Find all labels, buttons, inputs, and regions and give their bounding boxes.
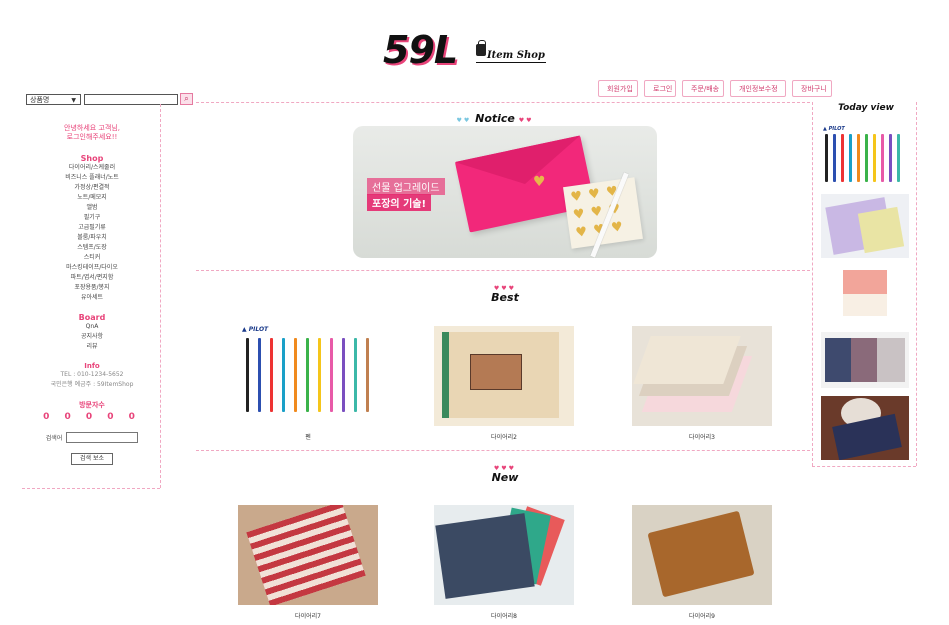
- product-image: [632, 505, 772, 605]
- product-card[interactable]: ▲ PILOT 펜: [238, 326, 378, 441]
- notice-banner[interactable]: ♥ ♥ ♥ ♥ ♥ ♥ ♥ ♥ ♥ ♥ 선물 업그레이드 포장의 기술!: [353, 126, 657, 258]
- category-select[interactable]: 상품명 ▼: [26, 94, 81, 105]
- recent-item-pens[interactable]: ▲ PILOT: [821, 126, 909, 186]
- recent-item-covers[interactable]: [821, 332, 909, 388]
- recent-item-card[interactable]: [821, 264, 909, 320]
- sidebar-item-shop[interactable]: 노트/메모지: [24, 193, 160, 203]
- notice-divider: [196, 270, 810, 271]
- category-select-value: 상품명: [30, 96, 50, 104]
- sidebar-item-board[interactable]: QnA: [24, 322, 160, 332]
- top-nav: 회원가입 로그인 주문/배송 개인정보수정 장바구니: [598, 80, 832, 97]
- product-card[interactable]: 다이어리9: [632, 505, 772, 620]
- shop-heading: Shop: [80, 154, 104, 163]
- logo-mark: 59L: [383, 28, 458, 72]
- shopping-bag-icon: [476, 40, 486, 56]
- header-divider: [196, 102, 810, 103]
- sidebar-item-shop[interactable]: 스티커: [24, 253, 160, 263]
- sidebar-divider: [160, 104, 161, 488]
- sidebar-item-shop[interactable]: 볼룸/파우치: [24, 233, 160, 243]
- sidebar-bottom-divider: [22, 488, 160, 489]
- sidebar-item-shop[interactable]: 앨범: [24, 203, 160, 213]
- sidebar-search-button[interactable]: 검색 보소: [71, 453, 113, 465]
- product-name[interactable]: 다이어리2: [434, 432, 574, 441]
- nav-orders-button[interactable]: 주문/배송: [682, 80, 724, 97]
- nav-login-button[interactable]: 로그인: [644, 80, 676, 97]
- sidebar-item-shop[interactable]: 유아세트: [24, 293, 160, 303]
- recent-item-notebooks[interactable]: [821, 194, 909, 258]
- today-left-divider: [812, 102, 813, 466]
- nav-signup-button[interactable]: 회원가입: [598, 80, 638, 97]
- heart-icon: ♥♥: [456, 117, 472, 124]
- heart-icon: ♥: [533, 174, 546, 190]
- visitor-heading: 방문자수: [79, 401, 105, 409]
- search-input[interactable]: [84, 94, 178, 105]
- sidebar-item-shop[interactable]: 다이어리/스케줄러: [24, 163, 160, 173]
- product-image: [238, 505, 378, 605]
- sidebar-item-shop[interactable]: 가정상/편결적: [24, 183, 160, 193]
- heart-sticker-sheet: ♥ ♥ ♥ ♥ ♥ ♥ ♥ ♥ ♥: [563, 177, 643, 249]
- nav-profile-button[interactable]: 개인정보수정: [730, 80, 786, 97]
- product-image: [434, 326, 574, 426]
- visitor-counter: 0 0 0 0 0: [43, 412, 141, 422]
- sidebar-search-row: 검색어: [24, 432, 160, 443]
- sidebar-search-field[interactable]: [66, 432, 139, 443]
- product-image: ▲ PILOT: [238, 326, 378, 426]
- logo-subtitle: Item Shop: [487, 50, 545, 61]
- product-name[interactable]: 펜: [238, 432, 378, 441]
- banner-line-2: 포장의 기술!: [367, 194, 432, 211]
- notice-label: Notice: [475, 112, 515, 125]
- search-icon[interactable]: ⌕: [180, 93, 193, 105]
- product-name[interactable]: 다이어리3: [632, 432, 772, 441]
- info-phone: TEL : 010-1234-5652: [60, 371, 124, 378]
- new-title: ♥♥♥ New: [470, 464, 540, 484]
- sidebar-item-board[interactable]: 공지사항: [24, 332, 160, 342]
- greeting-line-1: 안녕하세요 고객님,: [64, 124, 120, 132]
- sidebar-item-shop[interactable]: 고급필기류: [24, 223, 160, 233]
- best-title: ♥♥♥ Best: [470, 284, 540, 304]
- product-card[interactable]: 다이어리2: [434, 326, 574, 441]
- sidebar-item-shop[interactable]: 비즈니스 플래너/노트: [24, 173, 160, 183]
- sidebar-item-shop[interactable]: 파트/엽서/편지함: [24, 273, 160, 283]
- product-card[interactable]: 다이어리7: [238, 505, 378, 620]
- product-image: [434, 505, 574, 605]
- product-name[interactable]: 다이어리9: [632, 611, 772, 620]
- heart-icon: ♥♥: [518, 117, 534, 124]
- product-name[interactable]: 다이어리7: [238, 611, 378, 620]
- today-right-divider: [916, 102, 917, 466]
- today-bottom-divider: [812, 466, 916, 467]
- product-name[interactable]: 다이어리8: [434, 611, 574, 620]
- product-card[interactable]: 다이어리3: [632, 326, 772, 441]
- sidebar-item-shop[interactable]: 필기구: [24, 213, 160, 223]
- best-label: Best: [491, 291, 519, 304]
- logo-underline: [476, 62, 546, 63]
- banner-line-1: 선물 업그레이드: [367, 178, 445, 195]
- sidebar-item-shop[interactable]: 스템프/도장: [24, 243, 160, 253]
- greeting-line-2[interactable]: 로그인해주세요!!: [24, 133, 160, 142]
- best-divider: [196, 450, 810, 451]
- sidebar-item-shop[interactable]: 포장용품/봉지: [24, 283, 160, 293]
- dropdown-arrow-icon: ▼: [71, 97, 76, 104]
- info-heading: Info: [84, 362, 100, 370]
- product-card[interactable]: 다이어리8: [434, 505, 574, 620]
- board-heading: Board: [78, 313, 106, 322]
- sidebar-search-label: 검색어: [45, 435, 63, 442]
- recent-item-fabric[interactable]: [821, 396, 909, 460]
- nav-cart-button[interactable]: 장바구니: [792, 80, 832, 97]
- product-image: [632, 326, 772, 426]
- new-label: New: [491, 471, 519, 484]
- notice-title: ♥♥ Notice ♥♥: [440, 112, 550, 125]
- today-view-title: Today view: [838, 103, 894, 113]
- sidebar-item-board[interactable]: 리뷰: [24, 342, 160, 352]
- sidebar: 안녕하세요 고객님, 로그인해주세요!! Shop 다이어리/스케줄러 비즈니스…: [24, 112, 160, 465]
- info-bank: 국민은행 예금주 : 59ItemShop: [50, 381, 134, 388]
- sidebar-item-shop[interactable]: 마스킹테이프/다이오: [24, 263, 160, 273]
- logo[interactable]: 59L Item Shop: [383, 28, 563, 72]
